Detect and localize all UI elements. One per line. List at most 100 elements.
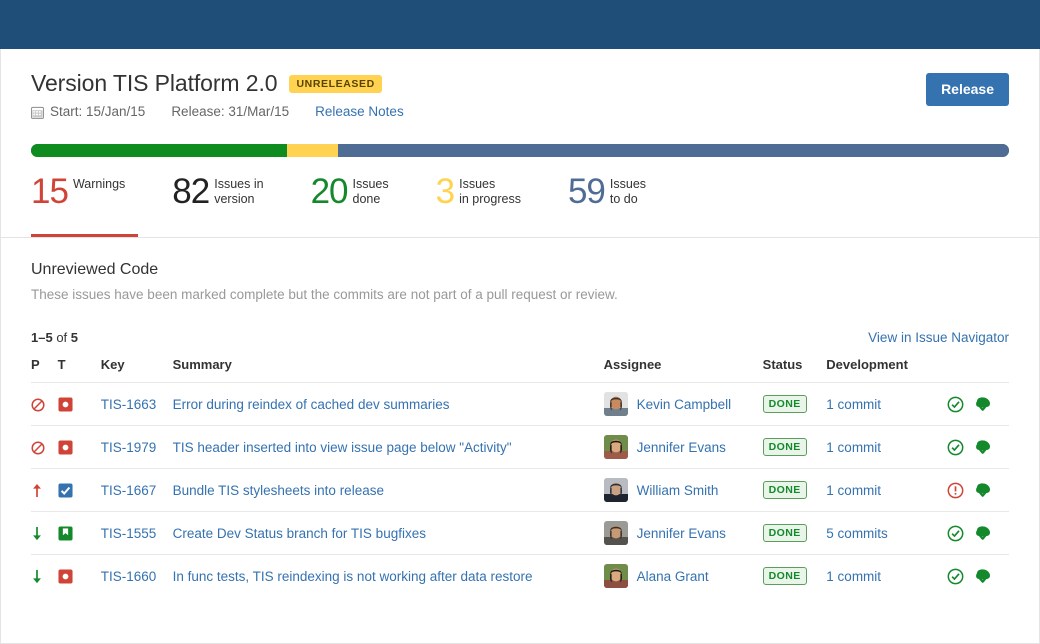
column-header-status[interactable]: Status <box>763 357 827 383</box>
avatar <box>604 521 628 545</box>
commits-link[interactable]: 5 commits <box>826 526 888 541</box>
cell-dev-icons <box>947 555 1009 598</box>
start-date: Start: 15/Jan/15 <box>50 104 145 119</box>
assignee-link[interactable]: Jennifer Evans <box>637 440 726 455</box>
cell-assignee: Kevin Campbell <box>604 383 763 426</box>
stat-issues-in-progress-value: 3 <box>436 175 454 209</box>
cell-status: DONE <box>763 383 827 426</box>
stat-issues-to-do[interactable]: 59 Issuesto do <box>568 175 646 237</box>
status-badge: DONE <box>763 524 807 542</box>
cell-summary: Error during reindex of cached dev summa… <box>173 383 604 426</box>
cell-dev-icons <box>947 383 1009 426</box>
cell-type <box>58 555 101 598</box>
table-row[interactable]: TIS-1555 Create Dev Status branch for TIS… <box>31 512 1009 555</box>
cell-type <box>58 426 101 469</box>
unreviewed-code-section: Unreviewed Code These issues have been m… <box>1 238 1039 597</box>
stat-warnings[interactable]: 15 Warnings <box>31 175 125 237</box>
issue-key-link[interactable]: TIS-1660 <box>101 569 157 584</box>
column-header-priority[interactable]: P <box>31 357 58 383</box>
cell-type <box>58 469 101 512</box>
table-row[interactable]: TIS-1979 TIS header inserted into view is… <box>31 426 1009 469</box>
cell-status: DONE <box>763 469 827 512</box>
commits-link[interactable]: 1 commit <box>826 397 881 412</box>
issue-summary-link[interactable]: Create Dev Status branch for TIS bugfixe… <box>173 526 426 541</box>
column-header-summary[interactable]: Summary <box>173 357 604 383</box>
status-badge-unreleased: UNRELEASED <box>289 75 381 93</box>
cell-priority <box>31 469 58 512</box>
page-title: Version TIS Platform 2.0 <box>31 69 277 97</box>
review-approved-icon[interactable] <box>947 396 964 413</box>
version-progress-bar <box>31 144 1009 157</box>
issue-key-link[interactable]: TIS-1663 <box>101 397 157 412</box>
section-title: Unreviewed Code <box>31 260 1009 280</box>
issue-key-link[interactable]: TIS-1979 <box>101 440 157 455</box>
release-notes-link[interactable]: Release Notes <box>315 104 404 119</box>
review-error-icon[interactable] <box>947 482 964 499</box>
stat-warnings-label: Warnings <box>73 177 125 192</box>
status-badge: DONE <box>763 395 807 413</box>
priority-major-icon <box>31 483 43 498</box>
cell-dev-icons <box>947 469 1009 512</box>
issues-table: P T Key Summary Assignee Status Developm… <box>31 357 1009 597</box>
commits-link[interactable]: 1 commit <box>826 569 881 584</box>
branch-merged-icon[interactable] <box>973 568 992 585</box>
progress-segment-done <box>31 144 287 157</box>
cell-development: 1 commit <box>826 555 947 598</box>
stat-issues-done-value: 20 <box>311 175 348 209</box>
stat-issues-in-version[interactable]: 82 Issues inversion <box>172 175 263 237</box>
table-row[interactable]: TIS-1660 In func tests, TIS reindexing is… <box>31 555 1009 598</box>
status-badge: DONE <box>763 567 807 585</box>
assignee-link[interactable]: Alana Grant <box>637 569 709 584</box>
issue-type-bug-icon <box>58 397 73 412</box>
stat-issues-done-label: Issuesdone <box>353 177 389 207</box>
progress-segment-in-progress <box>287 144 338 157</box>
stat-issues-in-version-value: 82 <box>172 175 209 209</box>
cell-key: TIS-1660 <box>101 555 173 598</box>
table-row[interactable]: TIS-1663 Error during reindex of cached d… <box>31 383 1009 426</box>
assignee-link[interactable]: William Smith <box>637 483 719 498</box>
issue-type-improvement-icon <box>58 526 73 541</box>
column-header-assignee[interactable]: Assignee <box>604 357 763 383</box>
stat-issues-in-version-label: Issues inversion <box>214 177 263 207</box>
assignee-link[interactable]: Kevin Campbell <box>637 397 732 412</box>
review-approved-icon[interactable] <box>947 525 964 542</box>
cell-summary: Create Dev Status branch for TIS bugfixe… <box>173 512 604 555</box>
assignee-link[interactable]: Jennifer Evans <box>637 526 726 541</box>
column-header-type[interactable]: T <box>58 357 101 383</box>
cell-development: 5 commits <box>826 512 947 555</box>
cell-assignee: William Smith <box>604 469 763 512</box>
commits-link[interactable]: 1 commit <box>826 483 881 498</box>
issue-summary-link[interactable]: TIS header inserted into view issue page… <box>173 440 512 455</box>
column-header-key[interactable]: Key <box>101 357 173 383</box>
view-in-issue-navigator-link[interactable]: View in Issue Navigator <box>868 330 1009 345</box>
stat-issues-in-progress-label: Issuesin progress <box>459 177 521 207</box>
stat-issues-in-progress[interactable]: 3 Issuesin progress <box>436 175 521 237</box>
branch-merged-icon[interactable] <box>973 482 992 499</box>
stat-issues-to-do-value: 59 <box>568 175 605 209</box>
review-approved-icon[interactable] <box>947 568 964 585</box>
issue-key-link[interactable]: TIS-1555 <box>101 526 157 541</box>
table-row[interactable]: TIS-1667 Bundle TIS stylesheets into rele… <box>31 469 1009 512</box>
branch-merged-icon[interactable] <box>973 439 992 456</box>
issue-summary-link[interactable]: Error during reindex of cached dev summa… <box>173 397 450 412</box>
calendar-icon <box>31 106 44 119</box>
cell-type <box>58 512 101 555</box>
column-header-development[interactable]: Development <box>826 357 947 383</box>
release-button[interactable]: Release <box>926 73 1009 106</box>
app-header-bar <box>0 0 1040 49</box>
release-date: Release: 31/Mar/15 <box>171 104 289 119</box>
cell-key: TIS-1979 <box>101 426 173 469</box>
issue-key-link[interactable]: TIS-1667 <box>101 483 157 498</box>
stat-issues-done[interactable]: 20 Issuesdone <box>311 175 389 237</box>
branch-merged-icon[interactable] <box>973 525 992 542</box>
branch-merged-icon[interactable] <box>973 396 992 413</box>
issue-summary-link[interactable]: Bundle TIS stylesheets into release <box>173 483 384 498</box>
progress-segment-to-do <box>338 144 1009 157</box>
cell-summary: TIS header inserted into view issue page… <box>173 426 604 469</box>
version-header: Version TIS Platform 2.0 UNRELEASED <box>1 49 1039 119</box>
commits-link[interactable]: 1 commit <box>826 440 881 455</box>
issue-summary-link[interactable]: In func tests, TIS reindexing is not wor… <box>173 569 533 584</box>
result-count: 1–5 of 5 <box>31 330 78 345</box>
review-approved-icon[interactable] <box>947 439 964 456</box>
cell-key: TIS-1667 <box>101 469 173 512</box>
